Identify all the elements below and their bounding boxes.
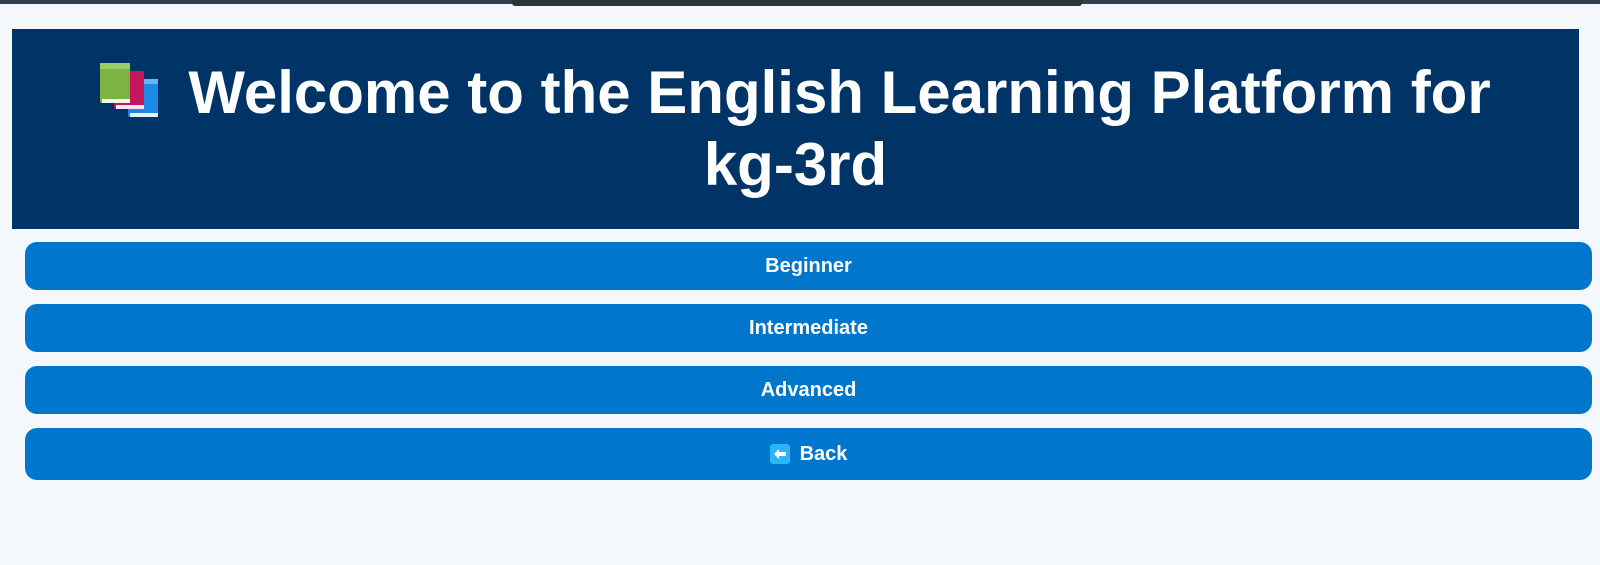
page-header: Welcome to the English Learning Platform…: [12, 29, 1579, 229]
intermediate-button-label: Intermediate: [749, 316, 868, 339]
page-title: Welcome to the English Learning Platform…: [52, 57, 1539, 201]
beginner-button-label: Beginner: [765, 254, 852, 277]
intermediate-button[interactable]: Intermediate: [25, 304, 1592, 352]
back-button-label: Back: [799, 442, 848, 465]
books-icon: [100, 63, 164, 119]
left-arrow-icon: [769, 444, 790, 464]
top-border-tab: [512, 0, 1082, 6]
page-title-text: Welcome to the English Learning Platform…: [188, 59, 1491, 198]
advanced-button-label: Advanced: [760, 378, 857, 401]
level-menu: Beginner Intermediate Advanced Back: [25, 242, 1592, 494]
back-button[interactable]: Back: [25, 428, 1592, 480]
beginner-button[interactable]: Beginner: [25, 242, 1592, 290]
advanced-button[interactable]: Advanced: [25, 366, 1592, 414]
